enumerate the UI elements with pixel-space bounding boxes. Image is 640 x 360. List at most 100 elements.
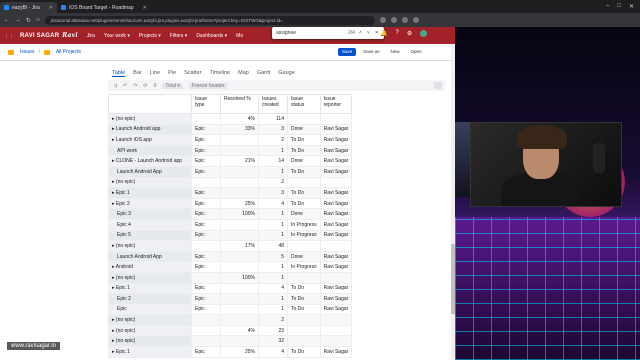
row-label[interactable]: Launch Android App bbox=[108, 250, 192, 263]
find-input[interactable]: assignee bbox=[276, 30, 296, 36]
row-label[interactable]: ▸ Epic 1 bbox=[108, 187, 192, 199]
row-label[interactable]: ▸ Launch Android app bbox=[108, 123, 192, 136]
find-close-icon[interactable]: ✕ bbox=[375, 30, 379, 36]
app-switcher-icon[interactable]: ⋮⋮ bbox=[0, 33, 14, 39]
tab-gantt[interactable]: Gantt bbox=[257, 70, 270, 77]
nav-projects[interactable]: Projects ▾ bbox=[139, 33, 161, 39]
breadcrumb-all-projects[interactable]: All Projects bbox=[56, 49, 81, 55]
header-issue-reporter[interactable]: Issue reporter bbox=[319, 94, 353, 114]
table-row[interactable]: Epic 5 Epic 1 In Progress Ravi Sagar bbox=[108, 229, 353, 242]
browser-tab-eazybi[interactable]: eazyBI - Jira ✕ bbox=[0, 2, 57, 13]
new-button[interactable]: New bbox=[387, 48, 404, 56]
open-button[interactable]: Open bbox=[407, 48, 426, 56]
table-row[interactable]: Epic Epic 1 To Do Ravi Sagar bbox=[108, 303, 353, 316]
save-as-button[interactable]: Save as bbox=[359, 48, 383, 56]
user-avatar[interactable] bbox=[420, 30, 428, 37]
row-label[interactable]: ▸ (no epic) bbox=[108, 314, 192, 326]
freeze-header-button[interactable]: Freeze header bbox=[188, 82, 228, 89]
row-label[interactable]: Epic 3 bbox=[108, 208, 192, 220]
redo-icon[interactable]: ↷ bbox=[133, 83, 137, 89]
settings-icon[interactable]: ⚙ bbox=[407, 30, 412, 37]
url-field[interactable]: jiratutorial.atlassian.net/plugins/servl… bbox=[44, 15, 375, 25]
extension-icon[interactable] bbox=[379, 17, 386, 23]
table-row[interactable]: Epic 4 Epic 1 In Progress Ravi Sagar bbox=[108, 218, 353, 231]
row-label[interactable]: Epic 2 bbox=[108, 293, 192, 305]
find-next-icon[interactable]: ˅ bbox=[367, 30, 370, 36]
row-label[interactable]: ▸ Android bbox=[108, 261, 192, 273]
row-label[interactable]: Epic 5 bbox=[108, 229, 192, 242]
row-label[interactable]: ▸ Epic 1 bbox=[108, 346, 192, 358]
table-row[interactable]: ▸ (no epic) 4% 114 bbox=[108, 113, 353, 125]
tab-pie[interactable]: Pie bbox=[168, 70, 176, 77]
table-row[interactable]: Launch Android App Epic 1 To Do Ravi Sagar bbox=[108, 165, 353, 178]
row-label[interactable]: ▸ (no epic) bbox=[108, 176, 192, 189]
header-issue-type[interactable]: Issue type bbox=[191, 94, 221, 114]
nav-dashboards[interactable]: Dashboards ▾ bbox=[196, 33, 227, 39]
help-icon[interactable]: ? bbox=[395, 30, 398, 37]
nav-more[interactable]: Mo bbox=[236, 33, 243, 39]
browser-tab-roadmap[interactable]: IOS Board Target - Roadmap ✕ bbox=[57, 2, 151, 13]
table-row[interactable]: Epic 2 Epic 1 To Do Ravi Sagar bbox=[108, 293, 353, 305]
fullscreen-icon[interactable] bbox=[434, 82, 442, 89]
extension-icon[interactable] bbox=[401, 17, 408, 23]
table-row[interactable]: ▸ Epic 1 Epic 4 To Do Ravi Sagar bbox=[108, 282, 353, 295]
zero-icon[interactable]: 0 bbox=[154, 83, 157, 89]
close-tab-icon[interactable]: ✕ bbox=[143, 5, 147, 11]
close-tab-icon[interactable]: ✕ bbox=[49, 5, 53, 11]
row-label[interactable]: ▸ (no epic) bbox=[108, 113, 192, 125]
table-row[interactable]: ▸ CLONE - Launch Android app Epic 21% 14 Don… bbox=[108, 155, 353, 167]
nav-jira[interactable]: Jira bbox=[87, 33, 95, 39]
table-row[interactable]: ▸ Epic 1 Epic 3 To Do Ravi Sagar bbox=[108, 187, 353, 199]
back-icon[interactable]: ← bbox=[4, 17, 10, 23]
row-label[interactable]: ▸ Epic 2 bbox=[108, 197, 192, 210]
tab-line[interactable]: Line bbox=[150, 70, 160, 77]
table-row[interactable]: ▸ Launch Android app Epic 33% 3 Done Ravi Sag… bbox=[108, 123, 353, 136]
minimize-icon[interactable]: – bbox=[606, 3, 609, 10]
table-row[interactable]: ▸ (no epic) 32 bbox=[108, 335, 353, 348]
reload-icon[interactable]: ↻ bbox=[26, 17, 31, 24]
swap-axes-icon[interactable]: ⤨ bbox=[113, 83, 117, 89]
tab-gauge[interactable]: Gauge bbox=[278, 70, 295, 77]
profile-avatar[interactable] bbox=[412, 17, 419, 23]
table-row[interactable]: Epic 3 Epic 100% 1 Done Ravi Sagar bbox=[108, 208, 353, 220]
tab-bar[interactable]: Bar bbox=[133, 70, 142, 77]
row-label[interactable]: ▸ (no epic) bbox=[108, 271, 192, 284]
row-label[interactable]: Launch Android App bbox=[108, 165, 192, 178]
tab-timeline[interactable]: Timeline bbox=[210, 70, 231, 77]
forward-icon[interactable]: → bbox=[15, 17, 21, 23]
table-row[interactable]: ▸ (no epic) 4% 23 bbox=[108, 324, 353, 337]
refresh-icon[interactable]: ⟳ bbox=[143, 83, 147, 89]
table-row[interactable]: ▸ Epic 2 Epic 25% 4 To Do Ravi Sagar bbox=[108, 197, 353, 210]
home-icon[interactable]: ⌂ bbox=[36, 17, 40, 23]
table-row[interactable]: Launch Android App Epic 5 Done Ravi Sagar bbox=[108, 250, 353, 263]
header-issues-created[interactable]: Issues created bbox=[258, 94, 288, 114]
tab-map[interactable]: Map bbox=[238, 70, 249, 77]
brand-logo[interactable]: RAVI SAGAR Ravi bbox=[14, 32, 78, 39]
extension-icon[interactable] bbox=[390, 17, 397, 23]
table-row[interactable]: ▸ Launch iOS app Epic 2 To Do Ravi Sagar bbox=[108, 134, 353, 146]
header-resolved[interactable]: Resolved % bbox=[220, 94, 259, 114]
table-row[interactable]: ▸ Epic 1 Epic 25% 4 To Do Ravi Sagar bbox=[108, 346, 353, 358]
table-row[interactable]: ▸ (no epic) 100% 1 bbox=[108, 271, 353, 284]
row-label[interactable]: ▸ CLONE - Launch Android app bbox=[108, 155, 192, 167]
row-label[interactable]: Epic 4 bbox=[108, 218, 192, 231]
table-row[interactable]: ▸ (no epic) 2 bbox=[108, 314, 353, 326]
row-label[interactable]: ▸ (no epic) bbox=[108, 324, 192, 337]
row-label[interactable]: API work bbox=[108, 144, 192, 157]
maximize-icon[interactable]: □ bbox=[617, 3, 621, 10]
row-label[interactable]: ▸ Epic 1 bbox=[108, 282, 192, 295]
row-label[interactable]: ▸ (no epic) bbox=[108, 240, 192, 252]
table-row[interactable]: API work Epic 1 To Do Ravi Sagar bbox=[108, 144, 353, 157]
total-dropdown[interactable]: Total ▾ bbox=[162, 82, 183, 89]
find-prev-icon[interactable]: ˄ bbox=[359, 30, 362, 36]
tab-table[interactable]: Table bbox=[112, 70, 126, 77]
table-row[interactable]: ▸ Android Epic 1 In Progress Ravi Sagar bbox=[108, 261, 353, 273]
row-label[interactable]: ▸ (no epic) bbox=[108, 335, 192, 348]
tab-scatter[interactable]: Scatter bbox=[184, 70, 201, 77]
header-issue-status[interactable]: Issue status bbox=[287, 94, 321, 114]
close-window-icon[interactable]: ✕ bbox=[629, 3, 634, 10]
row-label[interactable]: Epic bbox=[108, 303, 192, 316]
table-row[interactable]: ▸ (no epic) 17% 48 bbox=[108, 240, 353, 252]
notification-icon[interactable]: 🔔 bbox=[380, 30, 387, 37]
nav-filters[interactable]: Filters ▾ bbox=[170, 33, 188, 39]
